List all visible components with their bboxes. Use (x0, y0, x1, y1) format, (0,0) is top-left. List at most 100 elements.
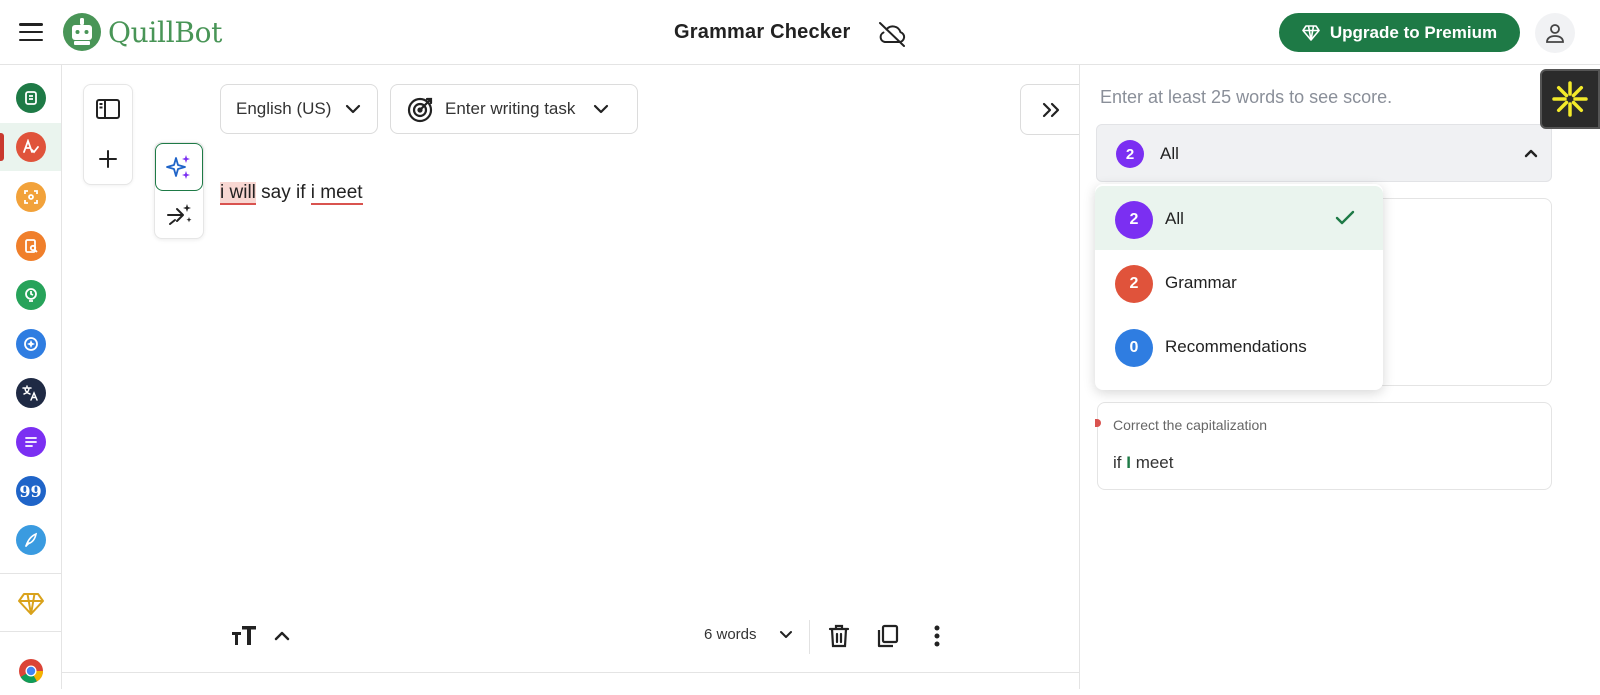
plain-text: say if (255, 182, 311, 203)
sidebar-item-ai-humanizer[interactable] (0, 271, 61, 319)
trash-icon (828, 624, 850, 648)
text-size-icon (232, 626, 256, 645)
paraphraser-icon (15, 83, 46, 113)
collapse-panel-button[interactable] (1020, 84, 1080, 135)
option-label: All (1165, 209, 1184, 228)
suggestion-preview: if I meet (1113, 453, 1174, 473)
grammar-error-highlight[interactable]: i will (220, 182, 256, 205)
chevron-up-icon[interactable] (270, 624, 294, 648)
grammar-error-underline[interactable]: i meet (310, 182, 363, 205)
quillbot-logo-icon (63, 13, 101, 51)
error-indicator (1095, 419, 1101, 427)
sidebar-item-premium[interactable] (0, 580, 61, 628)
filter-option-grammar[interactable]: 2 Grammar (1095, 250, 1383, 314)
option-count-badge: 2 (1115, 265, 1153, 303)
target-icon (407, 97, 433, 123)
font-size-button[interactable] (229, 620, 259, 650)
option-count-badge: 2 (1115, 201, 1153, 239)
browser-extension-widget[interactable] (1540, 69, 1600, 129)
delete-button[interactable] (826, 623, 852, 649)
quill-pen-icon (15, 525, 46, 555)
asterisk-logo-icon (1552, 81, 1588, 117)
language-value: English (US) (236, 99, 332, 118)
filter-count-badge: 2 (1116, 140, 1144, 168)
ai-fix-all-button[interactable] (155, 191, 203, 239)
sidebar-item-chrome-extension[interactable] (0, 647, 61, 695)
preview-after: meet (1130, 453, 1174, 472)
sidebar-item-ai-chat[interactable] (0, 320, 61, 368)
sidebar-item-plagiarism-checker[interactable] (0, 222, 61, 270)
plus-icon (99, 150, 117, 168)
sidebar-divider (0, 631, 61, 632)
citation-icon: 99 (15, 476, 46, 506)
filter-label: All (1160, 144, 1179, 163)
suggestion-card[interactable]: Correct the capitalization if I meet (1095, 402, 1552, 490)
ai-tools (154, 142, 204, 239)
toggle-sidebar-button[interactable] (84, 85, 132, 133)
sidebar-item-citation-generator[interactable]: 99 (0, 467, 61, 515)
ai-humanizer-icon (15, 280, 46, 310)
brand-name: QuillBot (108, 15, 223, 49)
editor-area: English (US) Enter writing task i will s… (62, 65, 1080, 689)
score-hint: Enter at least 25 words to see score. (1100, 87, 1393, 107)
cloud-off-icon[interactable] (877, 21, 907, 47)
arrow-sparkle-icon (167, 204, 192, 225)
page-title: Grammar Checker (674, 21, 851, 43)
suggestion-filter-select[interactable]: 2 All (1096, 124, 1552, 182)
chevron-down-icon (346, 104, 361, 114)
profile-button[interactable] (1535, 13, 1575, 53)
document-tools (83, 84, 133, 185)
sidebar-item-paraphraser[interactable] (0, 74, 61, 122)
word-count: 6 words (704, 626, 757, 643)
option-label: Recommendations (1165, 337, 1307, 356)
ai-chat-icon (15, 329, 46, 359)
chevron-down-icon (779, 631, 792, 638)
filter-option-recommendations[interactable]: 0 Recommendations (1095, 314, 1383, 378)
option-count-badge: 0 (1115, 329, 1153, 367)
chrome-icon (18, 659, 43, 684)
ai-detector-icon (15, 182, 46, 212)
upgrade-label: Upgrade to Premium (1329, 22, 1498, 42)
writing-task-placeholder: Enter writing task (445, 99, 576, 118)
suggestion-title: Correct the capitalization (1113, 417, 1268, 433)
sidebar-divider (0, 573, 61, 574)
diamond-icon (1302, 24, 1320, 41)
double-chevron-right-icon (1042, 102, 1059, 117)
upgrade-button[interactable]: Upgrade to Premium (1279, 13, 1520, 52)
ai-rewrite-button[interactable] (155, 143, 203, 191)
quillbot-logo[interactable]: QuillBot (62, 12, 222, 52)
translator-icon (15, 378, 46, 408)
chevron-up-icon (1524, 149, 1538, 158)
more-options-button[interactable] (924, 623, 950, 649)
plagiarism-checker-icon (15, 231, 46, 261)
chevron-down-icon (594, 104, 609, 114)
menu-icon[interactable] (18, 20, 44, 44)
sidebar-item-translator[interactable] (0, 369, 61, 417)
diamond-icon (17, 593, 44, 615)
sidebar-item-ai-writer[interactable] (0, 516, 61, 564)
new-document-button[interactable] (84, 135, 132, 183)
sidebar-item-ai-detector[interactable] (0, 173, 61, 221)
word-count-button[interactable]: 6 words (704, 626, 793, 643)
summarizer-icon (15, 427, 46, 457)
sidebar-panel-icon (96, 99, 120, 119)
top-header: QuillBot Grammar Checker Upgrade to Prem… (0, 0, 1600, 65)
filter-option-all[interactable]: 2 All (1095, 186, 1383, 250)
grammar-checker-icon (15, 132, 46, 162)
copy-button[interactable] (875, 623, 901, 649)
sidebar-item-summarizer[interactable] (0, 418, 61, 466)
preview-before: if (1113, 453, 1127, 472)
checkmark-icon (1335, 210, 1355, 225)
writing-task-select[interactable]: Enter writing task (390, 84, 638, 134)
copy-icon (877, 624, 899, 648)
user-icon (1546, 24, 1564, 43)
editor-text[interactable]: i will say if i meet (220, 180, 363, 206)
editor-bottom-bar: 6 words (62, 620, 1079, 654)
option-label: Grammar (1165, 273, 1237, 292)
more-vertical-icon (934, 625, 940, 647)
tool-sidebar: 99 (0, 65, 62, 689)
filter-dropdown-menu: 2 All 2 Grammar 0 Recommendations (1095, 184, 1383, 390)
toolbar-divider (809, 620, 810, 654)
language-select[interactable]: English (US) (220, 84, 378, 134)
sidebar-item-grammar-checker[interactable] (0, 123, 61, 171)
